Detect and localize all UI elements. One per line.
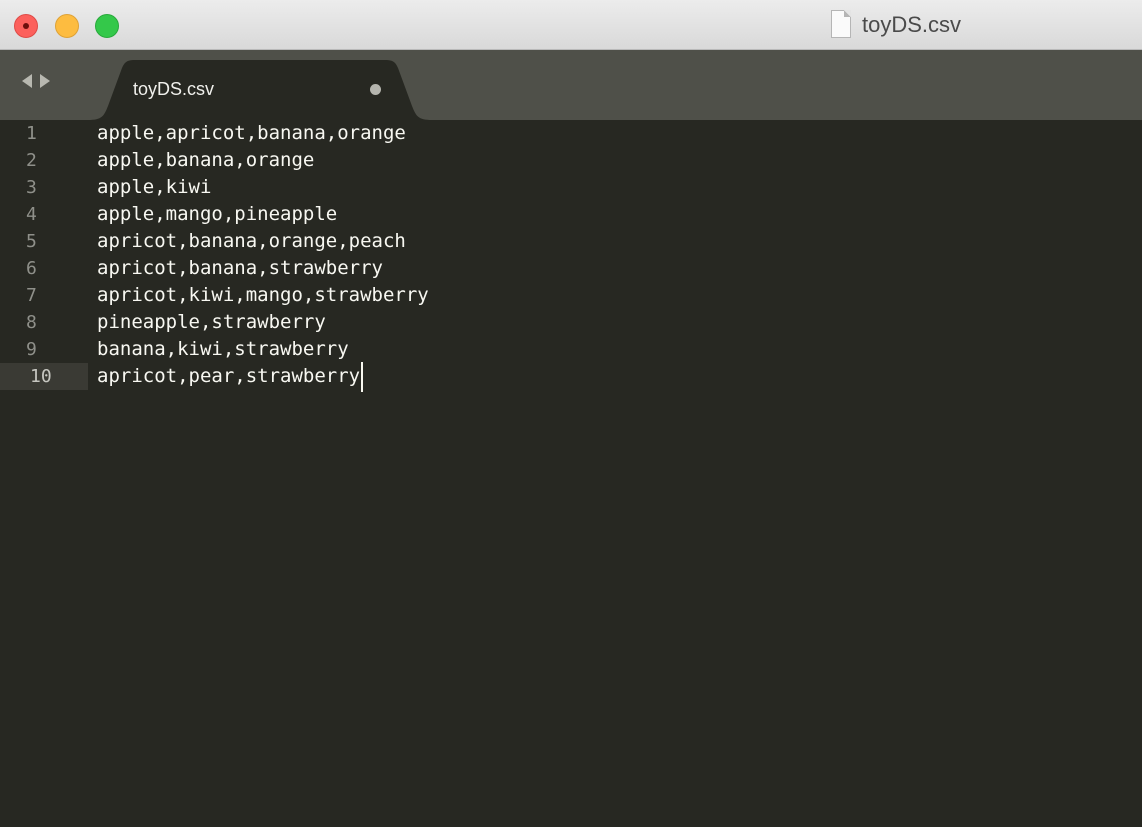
close-dot-icon bbox=[23, 23, 29, 29]
code-line-active[interactable]: apricot,pear,strawberry bbox=[97, 363, 360, 390]
line-number-gutter: 1 2 3 4 5 6 7 8 9 10 bbox=[0, 120, 88, 827]
code-line[interactable]: apricot,banana,strawberry bbox=[97, 255, 383, 282]
close-window-button[interactable] bbox=[14, 14, 38, 38]
code-line[interactable]: apricot,kiwi,mango,strawberry bbox=[97, 282, 429, 309]
chevron-right-icon[interactable] bbox=[40, 74, 50, 88]
tab-navigation bbox=[22, 70, 50, 92]
document-icon bbox=[831, 10, 851, 38]
chevron-left-icon[interactable] bbox=[22, 74, 32, 88]
code-line[interactable]: apple,mango,pineapple bbox=[97, 201, 337, 228]
line-number: 2 bbox=[26, 150, 37, 171]
maximize-window-button[interactable] bbox=[95, 14, 119, 38]
code-line[interactable]: pineapple,strawberry bbox=[97, 309, 326, 336]
line-number-active: 10 bbox=[0, 363, 88, 390]
line-number: 8 bbox=[26, 312, 37, 333]
tab-label: toyDS.csv bbox=[133, 79, 215, 99]
window-title: toyDS.csv bbox=[862, 12, 962, 37]
code-line[interactable]: apple,banana,orange bbox=[97, 147, 314, 174]
text-cursor bbox=[361, 362, 363, 392]
line-number: 6 bbox=[26, 258, 37, 279]
line-number: 7 bbox=[26, 285, 37, 306]
line-number: 5 bbox=[26, 231, 37, 252]
line-number: 9 bbox=[26, 339, 37, 360]
minimize-window-button[interactable] bbox=[55, 14, 79, 38]
tab-bar: toyDS.csv bbox=[0, 50, 1142, 120]
title-bar: toyDS.csv bbox=[0, 0, 1142, 50]
code-line[interactable]: banana,kiwi,strawberry bbox=[97, 336, 349, 363]
unsaved-indicator-icon[interactable] bbox=[370, 84, 381, 95]
tab-toyds-csv[interactable]: toyDS.csv bbox=[88, 60, 432, 120]
line-number: 4 bbox=[26, 204, 37, 225]
code-line[interactable]: apple,kiwi bbox=[97, 174, 211, 201]
code-editor[interactable]: 1 2 3 4 5 6 7 8 9 10 apple,apricot,banan… bbox=[0, 120, 1142, 827]
code-line[interactable]: apple,apricot,banana,orange bbox=[97, 120, 406, 147]
editor-window: toyDS.csv toyDS.csv 1 2 3 4 5 6 7 8 9 10 bbox=[0, 0, 1142, 827]
line-number: 3 bbox=[26, 177, 37, 198]
code-line[interactable]: apricot,banana,orange,peach bbox=[97, 228, 406, 255]
line-number: 1 bbox=[26, 123, 37, 144]
